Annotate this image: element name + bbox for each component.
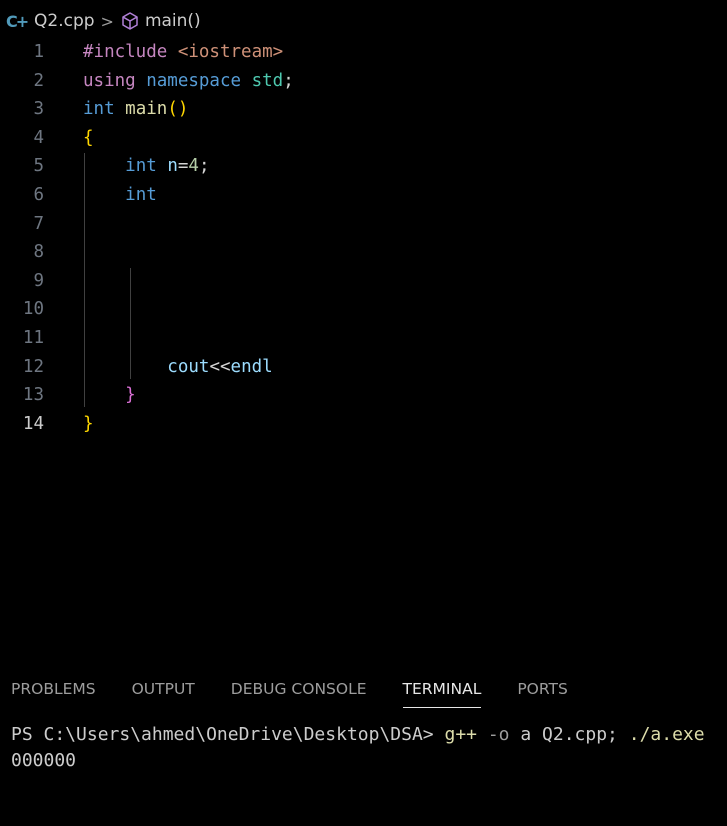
code-token: std — [251, 70, 284, 91]
code-line[interactable]: 12 cout<<endl — [0, 353, 727, 382]
code-text: { — [83, 124, 94, 153]
bottom-panel: PROBLEMS OUTPUT DEBUG CONSOLE TERMINAL P… — [0, 660, 727, 826]
code-token: << — [209, 356, 231, 377]
tab-problems[interactable]: PROBLEMS — [11, 680, 96, 704]
code-token: } — [125, 385, 136, 406]
code-line[interactable]: 3 int main() — [0, 95, 727, 124]
indent-guide — [130, 268, 131, 379]
cpp-file-icon: C+ — [6, 11, 29, 31]
code-token: <iostream> — [177, 42, 284, 62]
code-text: #include <iostream> — [83, 38, 283, 67]
code-line[interactable]: 2 using namespace std; — [0, 67, 727, 96]
terminal-flag: -o — [477, 724, 510, 745]
code-token: namespace — [146, 70, 252, 91]
code-token: ; — [283, 70, 294, 91]
code-line[interactable]: 6 int — [0, 181, 727, 210]
code-line[interactable]: 13 } — [0, 381, 727, 410]
terminal-command: g++ — [444, 724, 477, 745]
code-line[interactable]: 10 — [0, 295, 727, 324]
tab-output[interactable]: OUTPUT — [132, 680, 195, 704]
code-token: #include — [83, 42, 178, 62]
code-token: using — [83, 70, 147, 91]
code-line[interactable]: 7 — [0, 210, 727, 239]
code-token: } — [83, 413, 94, 434]
code-token: int — [125, 184, 168, 205]
code-token: { — [83, 127, 94, 148]
code-line[interactable]: 4{ — [0, 124, 727, 153]
line-number: 12 — [22, 356, 44, 377]
code-line[interactable]: 14} — [0, 410, 727, 439]
code-line[interactable]: 5 int n=4; — [0, 152, 727, 181]
line-number: 3 — [33, 99, 44, 120]
code-token: int — [83, 99, 126, 120]
breadcrumb-file[interactable]: Q2.cpp — [34, 11, 95, 31]
line-number: 5 — [33, 156, 44, 177]
tab-ports[interactable]: PORTS — [517, 680, 568, 704]
code-line[interactable]: 9 — [0, 267, 727, 296]
line-number: 6 — [33, 184, 44, 205]
code-text: int — [83, 181, 167, 210]
breadcrumb-symbol[interactable]: main() — [145, 11, 201, 31]
code-editor[interactable]: 1 #include <iostream> 2 using namespace std… — [0, 38, 727, 438]
code-text: using namespace std; — [83, 67, 294, 96]
line-number: 4 — [33, 127, 44, 148]
code-text: } — [83, 410, 94, 439]
code-line[interactable]: 11 — [0, 324, 727, 353]
tab-terminal[interactable]: TERMINAL — [402, 680, 481, 708]
code-token: n — [167, 156, 178, 177]
line-number: 9 — [33, 270, 44, 291]
program-output: 000000 — [11, 750, 77, 771]
code-text: int n=4; — [83, 152, 210, 181]
line-number: 11 — [22, 327, 44, 348]
code-token: int — [125, 156, 168, 177]
code-token: cout — [167, 356, 210, 377]
line-number: 1 — [33, 42, 44, 62]
line-number: 7 — [33, 213, 44, 234]
code-text: cout<<endl — [83, 353, 273, 382]
terminal-run: ./a.exe — [628, 724, 705, 745]
panel-tabs: PROBLEMS OUTPUT DEBUG CONSOLE TERMINAL P… — [11, 680, 604, 708]
terminal-output[interactable]: PS C:\Users\ahmed\OneDrive\Desktop\DSA> … — [11, 722, 705, 774]
terminal-args: a Q2.cpp; — [509, 724, 629, 745]
breadcrumb-separator: > — [100, 11, 114, 31]
code-line[interactable]: 8 — [0, 238, 727, 267]
code-token: main — [125, 99, 168, 120]
line-number: 8 — [33, 242, 44, 263]
line-number: 13 — [22, 385, 44, 406]
code-token: () — [167, 99, 189, 120]
line-number: 2 — [33, 70, 44, 91]
code-token: endl — [230, 356, 273, 377]
cube-icon — [122, 12, 138, 30]
code-line[interactable]: 1 #include <iostream> — [0, 38, 727, 67]
code-token: 4 — [188, 156, 199, 177]
code-text: int main() — [83, 95, 188, 124]
code-text: } — [83, 381, 136, 410]
code-token: ; — [198, 156, 210, 177]
tab-debug-console[interactable]: DEBUG CONSOLE — [231, 680, 367, 704]
line-number: 14 — [22, 413, 44, 434]
code-token: = — [177, 156, 189, 177]
line-number: 10 — [22, 299, 44, 320]
indent-guide — [84, 153, 85, 407]
terminal-prompt: PS C:\Users\ahmed\OneDrive\Desktop\DSA> — [11, 724, 445, 745]
breadcrumb: C+ Q2.cpp > main() — [6, 9, 201, 33]
